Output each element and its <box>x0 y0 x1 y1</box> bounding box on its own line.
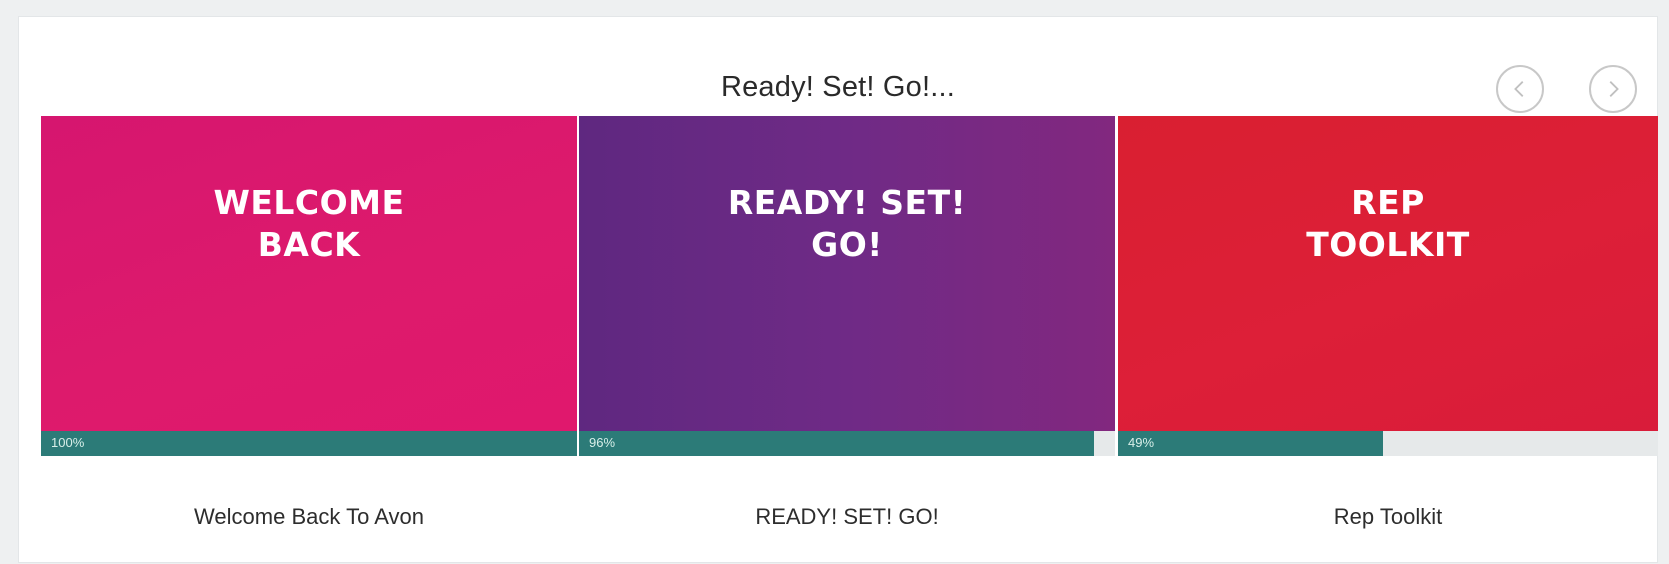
progress-fill <box>579 431 1094 456</box>
chevron-left-icon <box>1514 81 1524 97</box>
course-caption[interactable]: Rep Toolkit <box>1118 504 1658 530</box>
progress-percent: 49% <box>1128 435 1155 450</box>
progress-fill <box>1118 431 1383 456</box>
progress-percent: 100% <box>51 435 85 450</box>
thumbnail-title: WELCOME BACK <box>213 182 405 264</box>
progress-bar: 100% <box>41 431 577 456</box>
course-card-rep-toolkit[interactable]: REP TOOLKIT 49% Rep Toolkit <box>1118 116 1658 564</box>
progress-bar: 49% <box>1118 431 1658 456</box>
course-thumbnail[interactable]: READY! SET! GO! <box>579 116 1115 431</box>
next-button[interactable] <box>1589 65 1637 113</box>
chevron-right-icon <box>1609 81 1619 97</box>
course-card-ready-set-go[interactable]: READY! SET! GO! 96% READY! SET! GO! <box>579 116 1115 564</box>
progress-percent: 96% <box>589 435 616 450</box>
course-caption[interactable]: READY! SET! GO! <box>579 504 1115 530</box>
progress-bar: 96% <box>579 431 1115 456</box>
course-cards: WELCOME BACK 100% Welcome Back To Avon R… <box>41 116 1658 564</box>
thumbnail-title: READY! SET! GO! <box>727 182 967 264</box>
course-card-welcome-back[interactable]: WELCOME BACK 100% Welcome Back To Avon <box>41 116 577 564</box>
thumbnail-title: REP TOOLKIT <box>1306 182 1470 264</box>
course-carousel-panel: Ready! Set! Go!... WELCOME BACK 100% Wel… <box>18 16 1658 563</box>
previous-button[interactable] <box>1496 65 1544 113</box>
course-thumbnail[interactable]: WELCOME BACK <box>41 116 577 431</box>
progress-fill <box>41 431 577 456</box>
course-thumbnail[interactable]: REP TOOLKIT <box>1118 116 1658 431</box>
carousel-title: Ready! Set! Go!... <box>720 71 956 103</box>
course-caption[interactable]: Welcome Back To Avon <box>41 504 577 530</box>
